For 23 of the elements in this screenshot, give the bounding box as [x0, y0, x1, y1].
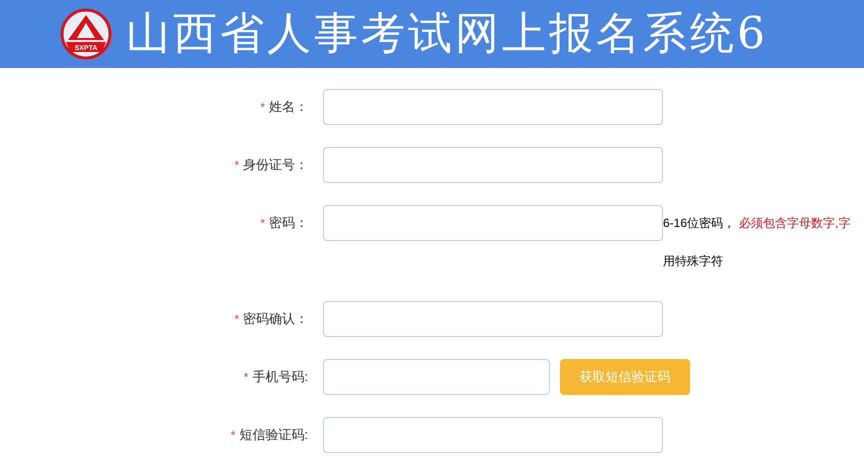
field-label: 密码：	[269, 214, 308, 232]
field-label: 密码确认：	[243, 310, 308, 328]
required-asterisk: *	[260, 99, 265, 116]
required-asterisk: *	[234, 311, 239, 328]
hint-text: 用特殊字符	[663, 253, 724, 270]
warning-text: 必须包含字母数字,字	[739, 215, 850, 232]
hint-text: 6-16位密码，	[663, 215, 736, 232]
input-field[interactable]	[323, 359, 550, 395]
input-field[interactable]	[323, 301, 663, 337]
input-field[interactable]	[323, 417, 663, 453]
required-asterisk: *	[244, 369, 248, 386]
required-asterisk: *	[230, 427, 236, 444]
field-label: 身份证号：	[243, 156, 308, 174]
input-field[interactable]	[323, 89, 663, 125]
site-title: 山西省人事考试网上报名系统6	[126, 12, 768, 56]
required-asterisk: *	[234, 157, 239, 174]
field-label: 手机号码:	[252, 368, 308, 386]
input-field[interactable]	[323, 205, 663, 241]
input-field[interactable]	[323, 147, 663, 183]
field-label: 短信验证码:	[239, 426, 308, 444]
get-sms-code-button[interactable]: 获取短信验证码	[560, 359, 690, 395]
field-label: 姓名：	[269, 98, 308, 116]
required-asterisk: *	[260, 215, 265, 232]
